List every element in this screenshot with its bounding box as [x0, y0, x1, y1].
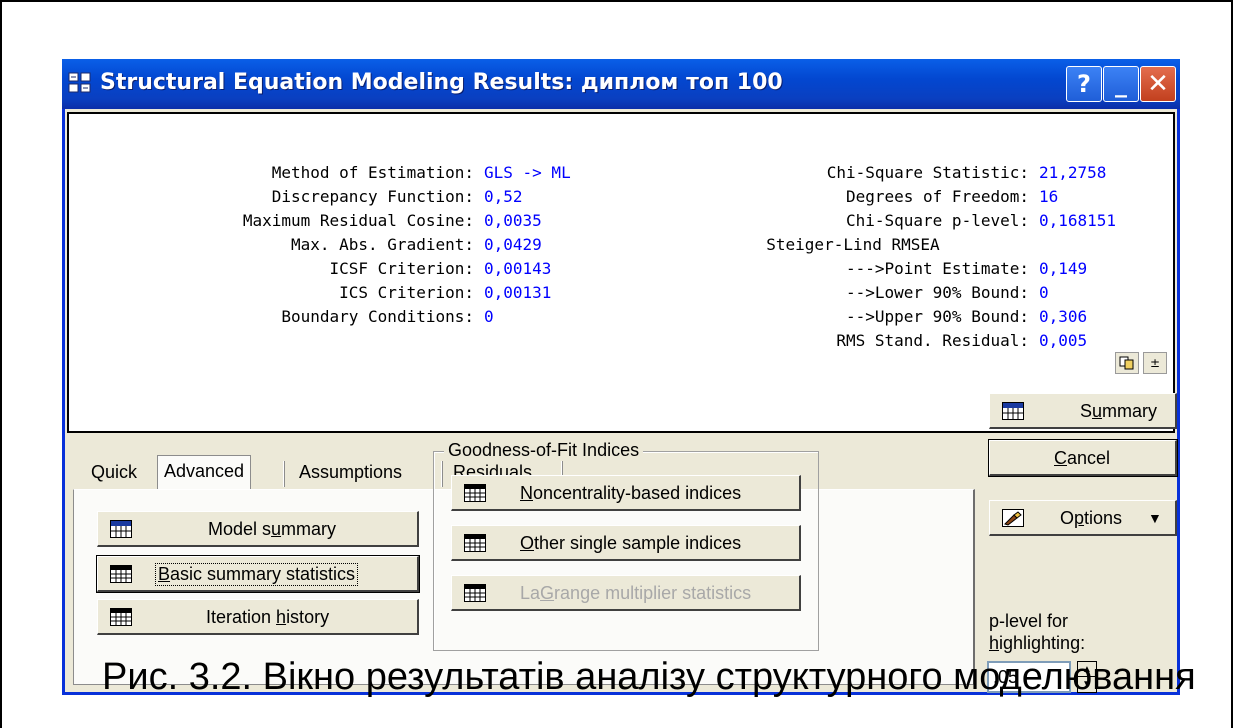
button-label: Other single sample indices	[520, 533, 742, 553]
tab-label: Assumptions	[299, 462, 403, 482]
result-value: 0	[1039, 283, 1049, 302]
table-grid-icon	[464, 534, 486, 552]
result-row: Chi-Square p-level:	[669, 209, 1029, 233]
button-label: Noncentrality-based indices	[520, 483, 742, 503]
result-label: Max. Abs. Gradient:	[290, 235, 474, 254]
tab-assumptions[interactable]: Assumptions	[293, 457, 408, 491]
button-label: Basic summary statistics	[154, 563, 359, 586]
result-row: Boundary Conditions:	[69, 305, 474, 329]
copy-button[interactable]	[1115, 352, 1139, 374]
options-tool-icon	[1002, 509, 1024, 527]
result-value: 0,168151	[1039, 211, 1117, 230]
sem-results-window: Structural Equation Modeling Results: ди…	[62, 59, 1180, 695]
result-label: Boundary Conditions:	[281, 307, 474, 326]
result-label: Method of Estimation:	[271, 163, 474, 182]
tab-label: Advanced	[164, 461, 245, 481]
result-value: 0,00131	[484, 283, 552, 302]
app-grid-icon	[68, 72, 91, 93]
result-value: 0,0429	[484, 235, 542, 254]
copy-icon	[1119, 356, 1134, 370]
other-single-sample-indices-button[interactable]: Other single sample indices	[451, 525, 801, 561]
result-label: -->Lower 90% Bound:	[826, 283, 1029, 302]
result-value: 0,00143	[484, 259, 552, 278]
summary-table-icon	[1002, 402, 1024, 420]
result-label: --->Point Estimate:	[826, 259, 1029, 278]
result-row: ICSF Criterion:	[69, 257, 475, 281]
model-summary-button[interactable]: Model summary	[97, 511, 419, 547]
help-button[interactable]: ?	[1066, 66, 1102, 102]
result-row: Method of Estimation:	[69, 161, 474, 185]
result-row: Discrepancy Function:	[69, 185, 474, 209]
result-label: Chi-Square Statistic:	[826, 163, 1029, 182]
window-title: Structural Equation Modeling Results: ди…	[100, 70, 783, 95]
result-row: RMS Stand. Residual:	[669, 329, 1029, 353]
tab-divider	[283, 461, 285, 487]
result-row: -->Lower 90% Bound:	[669, 281, 1029, 305]
iteration-history-button[interactable]: Iteration history	[97, 599, 419, 635]
tab-label: Quick	[91, 462, 138, 482]
noncentrality-indices-button[interactable]: Noncentrality-based indices	[451, 475, 801, 511]
result-row: Degrees of Freedom:	[669, 185, 1029, 209]
options-button[interactable]: Options ▼	[989, 500, 1177, 536]
collapse-icon: ±	[1149, 356, 1161, 370]
results-text-area[interactable]: Method of Estimation: Discrepancy Functi…	[67, 112, 1175, 433]
collapse-button[interactable]: ±	[1143, 352, 1167, 374]
result-value: 0,005	[1039, 331, 1088, 350]
result-label: Discrepancy Function:	[271, 187, 474, 206]
summary-button[interactable]: Summary	[989, 393, 1177, 429]
title-bar[interactable]: Structural Equation Modeling Results: ди…	[62, 59, 1180, 109]
result-label: RMS Stand. Residual:	[836, 331, 1029, 350]
minimize-button[interactable]: _	[1103, 66, 1139, 102]
lagrange-multiplier-button[interactable]: LaGrange multiplier statistics	[451, 575, 801, 611]
result-value: 0	[484, 307, 494, 326]
chevron-down-icon: ▼	[1148, 510, 1162, 526]
result-value: 0,149	[1039, 259, 1088, 278]
result-row: --->Point Estimate:	[669, 257, 1029, 281]
table-grid-icon	[464, 584, 486, 602]
button-label: Options	[1060, 508, 1123, 528]
result-row: ICS Criterion:	[69, 281, 474, 305]
result-value: 0,0035	[484, 211, 542, 230]
tab-advanced[interactable]: Advanced	[157, 455, 252, 491]
result-value: 21,2758	[1039, 163, 1107, 182]
result-label: Degrees of Freedom:	[826, 187, 1029, 206]
button-label: Model summary	[208, 519, 337, 539]
button-label: Summary	[1080, 401, 1158, 421]
result-label: Steiger-Lind RMSEA	[747, 235, 940, 254]
result-row: Chi-Square Statistic:	[669, 161, 1029, 185]
tab-quick[interactable]: Quick	[85, 457, 143, 491]
basic-summary-statistics-button[interactable]: Basic summary statistics	[96, 555, 420, 593]
table-grid-icon	[110, 565, 132, 583]
result-row: Maximum Residual Cosine:	[69, 209, 474, 233]
result-label: Chi-Square p-level:	[826, 211, 1029, 230]
result-value: 0,52	[484, 187, 523, 206]
result-label: Maximum Residual Cosine:	[242, 211, 474, 230]
table-grid-icon	[464, 484, 486, 502]
table-grid-icon	[110, 608, 132, 626]
result-row: -->Upper 90% Bound:	[669, 305, 1029, 329]
result-value: GLS -> ML	[484, 163, 571, 182]
plevel-label: p-level for highlighting:	[989, 611, 1086, 653]
result-label: -->Upper 90% Bound:	[826, 307, 1029, 326]
result-value: 16	[1039, 187, 1059, 206]
button-label: Cancel	[1054, 448, 1111, 468]
close-icon: ✕	[1147, 69, 1169, 99]
close-button[interactable]: ✕	[1140, 66, 1176, 102]
figure-caption: Рис. 3.2. Вікно результатів аналізу стру…	[102, 656, 1196, 698]
help-icon: ?	[1077, 70, 1091, 98]
result-value: 0,306	[1039, 307, 1088, 326]
result-row: Max. Abs. Gradient:	[69, 233, 474, 257]
minimize-icon: _	[1115, 70, 1127, 98]
cancel-button[interactable]: Cancel	[988, 439, 1178, 477]
button-label: LaGrange multiplier statistics	[520, 583, 752, 603]
result-label: ICS Criterion:	[339, 283, 474, 302]
button-label: Iteration history	[206, 607, 330, 627]
result-label: ICSF Criterion:	[329, 259, 475, 278]
group-title: Goodness-of-Fit Indices	[444, 440, 644, 461]
summary-table-icon	[110, 520, 132, 538]
